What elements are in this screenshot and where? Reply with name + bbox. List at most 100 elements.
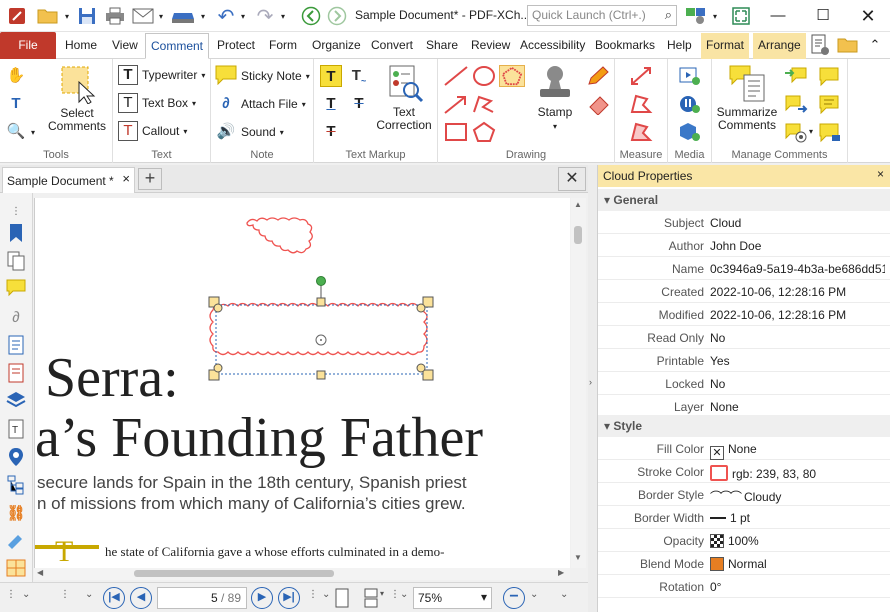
perimeter-icon[interactable] xyxy=(629,93,653,115)
vertex-handle-4[interactable] xyxy=(416,363,426,373)
property-row-fill-color[interactable]: Fill Color ✕ None xyxy=(598,437,890,460)
rotation-handle[interactable] xyxy=(316,276,326,286)
tags-panel-icon[interactable] xyxy=(5,363,27,385)
open-dropdown-icon[interactable]: ▾ xyxy=(62,5,72,27)
distance-icon[interactable] xyxy=(629,65,653,87)
property-value[interactable]: 100% xyxy=(710,534,885,548)
save-icon[interactable] xyxy=(75,5,99,27)
video-icon[interactable] xyxy=(678,65,702,87)
last-page-button[interactable]: ▶| xyxy=(278,587,300,609)
signatures-icon[interactable] xyxy=(5,531,27,553)
property-row-author[interactable]: Author John Doe xyxy=(598,234,890,257)
undo-dropdown-icon[interactable]: ▾ xyxy=(238,5,248,27)
collapse-ribbon-icon[interactable]: ⌃ xyxy=(866,34,884,56)
tab-home[interactable]: Home xyxy=(60,33,102,59)
single-page-view-icon[interactable] xyxy=(334,588,350,608)
sticky-note-button[interactable]: Sticky Note ▾ xyxy=(215,65,310,87)
replace-text-button[interactable]: T xyxy=(320,121,342,143)
property-row-read-only[interactable]: Read Only No xyxy=(598,326,890,349)
select-text-button[interactable]: T xyxy=(5,93,27,115)
scroll-up-icon[interactable]: ▲ xyxy=(574,200,582,209)
previous-page-button[interactable]: ◀ xyxy=(130,587,152,609)
vertical-scrollbar[interactable]: ▲ ▼ xyxy=(571,198,586,568)
oval-icon[interactable] xyxy=(471,65,497,87)
text-correction-button[interactable]: Text Correction xyxy=(374,63,434,132)
comments-panel-icon[interactable] xyxy=(5,279,27,301)
show-comments-dropdown-icon[interactable]: ▾ xyxy=(809,127,813,136)
cloud-triangle-annotation[interactable] xyxy=(246,217,313,254)
page-number-input[interactable]: 5 / 89 xyxy=(157,587,247,609)
nav-options-icon[interactable]: ⌄ xyxy=(85,589,93,600)
audio-icon[interactable] xyxy=(678,93,702,115)
tab-help[interactable]: Help xyxy=(662,33,697,59)
arrow-icon[interactable] xyxy=(443,93,469,115)
property-value[interactable]: 0° xyxy=(710,580,885,594)
strikeout-text-button[interactable]: T xyxy=(348,93,370,115)
underline-text-button[interactable]: T xyxy=(320,93,342,115)
back-icon[interactable] xyxy=(300,5,322,27)
select-comments-button[interactable]: Select Comments xyxy=(45,64,109,133)
sticky-note-dropdown-icon[interactable]: ▾ xyxy=(306,72,310,81)
show-comments-icon[interactable] xyxy=(784,121,808,143)
property-value[interactable]: 1 pt xyxy=(710,511,885,525)
property-value[interactable]: Yes xyxy=(710,354,885,368)
document-page[interactable]: Serra: a’s Founding Father secure lands … xyxy=(34,198,570,568)
tab-convert[interactable]: Convert xyxy=(366,33,418,59)
flatten-comments-icon[interactable] xyxy=(818,121,842,143)
redo-dropdown-icon[interactable]: ▾ xyxy=(278,5,288,27)
thumbnails-icon[interactable] xyxy=(5,251,27,273)
tab-accessibility[interactable]: Accessibility xyxy=(515,33,590,59)
vertex-handle-1[interactable] xyxy=(213,303,223,313)
open-folder-icon[interactable] xyxy=(36,5,60,27)
minimize-button[interactable]: — xyxy=(768,6,788,26)
scan-dropdown-icon[interactable]: ▾ xyxy=(198,5,208,27)
zoom-out-button[interactable]: − xyxy=(503,587,525,609)
callout-button[interactable]: T Callout ▾ xyxy=(118,121,187,141)
email-dropdown-icon[interactable]: ▾ xyxy=(156,5,166,27)
sound-dropdown-icon[interactable]: ▾ xyxy=(280,128,284,137)
content-panel-icon[interactable] xyxy=(5,335,27,357)
view-options-icon[interactable]: ⌄ xyxy=(322,589,330,600)
resize-handle-bottom-right[interactable] xyxy=(422,369,434,381)
first-page-button[interactable]: |◀ xyxy=(103,587,125,609)
area-icon[interactable] xyxy=(629,121,653,143)
document-tab[interactable]: Sample Document * × xyxy=(2,167,135,193)
typewriter-dropdown-icon[interactable]: ▾ xyxy=(201,71,205,80)
text-box-dropdown-icon[interactable]: ▾ xyxy=(192,99,196,108)
resize-handle-bottom[interactable] xyxy=(316,370,326,380)
squiggly-text-button[interactable]: T~ xyxy=(348,65,370,87)
comments-list-icon[interactable] xyxy=(818,93,842,115)
tab-comment[interactable]: Comment xyxy=(145,33,210,59)
vertex-handle-3[interactable] xyxy=(213,363,223,373)
cloud-rectangle-annotation[interactable] xyxy=(209,302,428,356)
summarize-comments-button[interactable]: Summarize Comments xyxy=(714,63,780,132)
comment-styles-icon[interactable] xyxy=(818,65,842,87)
ui-options-icon[interactable] xyxy=(684,5,708,27)
property-row-opacity[interactable]: Opacity 100% xyxy=(598,529,890,552)
rectangle-icon[interactable] xyxy=(443,121,469,143)
collapse-general-icon[interactable]: ▾ xyxy=(604,193,610,207)
scroll-left-icon[interactable]: ◀ xyxy=(37,568,43,577)
typewriter-button[interactable]: T Typewriter ▾ xyxy=(118,65,205,85)
text-box-button[interactable]: T Text Box ▾ xyxy=(118,93,196,113)
property-value[interactable]: No xyxy=(710,331,885,345)
vertex-handle-2[interactable] xyxy=(416,303,426,313)
zoom-tool-button[interactable]: 🔍 ▾ xyxy=(5,121,35,143)
undo-icon[interactable]: ↶ xyxy=(214,5,238,28)
destinations-icon[interactable] xyxy=(5,447,27,469)
property-value[interactable]: ✕ None xyxy=(710,442,885,460)
property-row-rotation[interactable]: Rotation 0° xyxy=(598,575,890,598)
property-value[interactable]: 0c3946a9-5a19-4b3a-be686dd51... xyxy=(710,262,885,276)
fields-icon[interactable]: T xyxy=(5,419,27,441)
tab-form[interactable]: Form xyxy=(264,33,302,59)
email-icon[interactable] xyxy=(131,5,155,27)
property-row-subject[interactable]: Subject Cloud xyxy=(598,211,890,234)
more-options-icon[interactable]: ⌄ xyxy=(560,589,568,600)
property-value[interactable]: No xyxy=(710,377,885,391)
close-pane-icon[interactable]: × xyxy=(877,167,884,181)
zoom-select[interactable]: 75% ▾ xyxy=(413,587,492,609)
property-row-locked[interactable]: Locked No xyxy=(598,372,890,395)
zoom-dropdown-icon[interactable]: ▾ xyxy=(481,590,487,604)
callout-dropdown-icon[interactable]: ▾ xyxy=(183,127,187,136)
stamp-dropdown-icon[interactable]: ▾ xyxy=(553,122,557,131)
